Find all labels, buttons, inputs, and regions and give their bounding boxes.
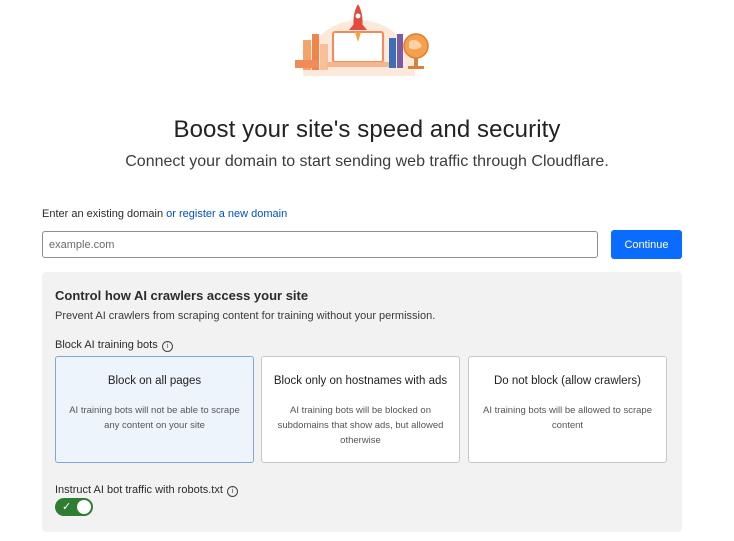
page-subtitle: Connect your domain to start sending web… <box>125 153 609 170</box>
page-title: Boost your site's speed and security <box>173 116 561 143</box>
ai-crawlers-panel: Control how AI crawlers access your site… <box>42 272 682 532</box>
option-description: AI training bots will be blocked on subd… <box>277 405 444 446</box>
robots-txt-label-text: Instruct AI bot traffic with robots.txt <box>55 484 223 496</box>
info-icon[interactable]: i <box>161 341 173 352</box>
robots-txt-toggle[interactable]: ✓ <box>55 498 93 516</box>
option-description: AI training bots will not be able to scr… <box>69 405 240 431</box>
option-block-hostnames-with-ads[interactable]: Block only on hostnames with ads AI trai… <box>261 356 460 463</box>
option-title: Block only on hostnames with ads <box>273 375 448 387</box>
block-ai-label: Block AI training bots i <box>55 339 173 352</box>
continue-button[interactable]: Continue <box>611 230 682 259</box>
toggle-knob <box>77 500 91 514</box>
rocket-hero-illustration <box>295 4 429 76</box>
domain-label: Enter an existing domain or register a n… <box>42 208 287 220</box>
option-description: AI training bots will be allowed to scra… <box>483 405 652 431</box>
panel-description: Prevent AI crawlers from scraping conten… <box>55 310 436 322</box>
option-do-not-block[interactable]: Do not block (allow crawlers) AI trainin… <box>468 356 667 463</box>
domain-input[interactable] <box>42 231 598 258</box>
domain-label-text: Enter an existing domain <box>42 208 164 220</box>
option-title: Do not block (allow crawlers) <box>494 375 641 387</box>
info-icon[interactable]: i <box>226 486 238 497</box>
panel-title: Control how AI crawlers access your site <box>55 288 309 303</box>
option-title: Block on all pages <box>107 375 202 387</box>
register-domain-link[interactable]: or register a new domain <box>166 208 287 220</box>
block-ai-label-text: Block AI training bots <box>55 339 158 351</box>
robots-txt-label: Instruct AI bot traffic with robots.txt i <box>55 484 238 497</box>
check-icon: ✓ <box>62 501 72 513</box>
option-block-all-pages[interactable]: Block on all pages AI training bots will… <box>55 356 254 463</box>
